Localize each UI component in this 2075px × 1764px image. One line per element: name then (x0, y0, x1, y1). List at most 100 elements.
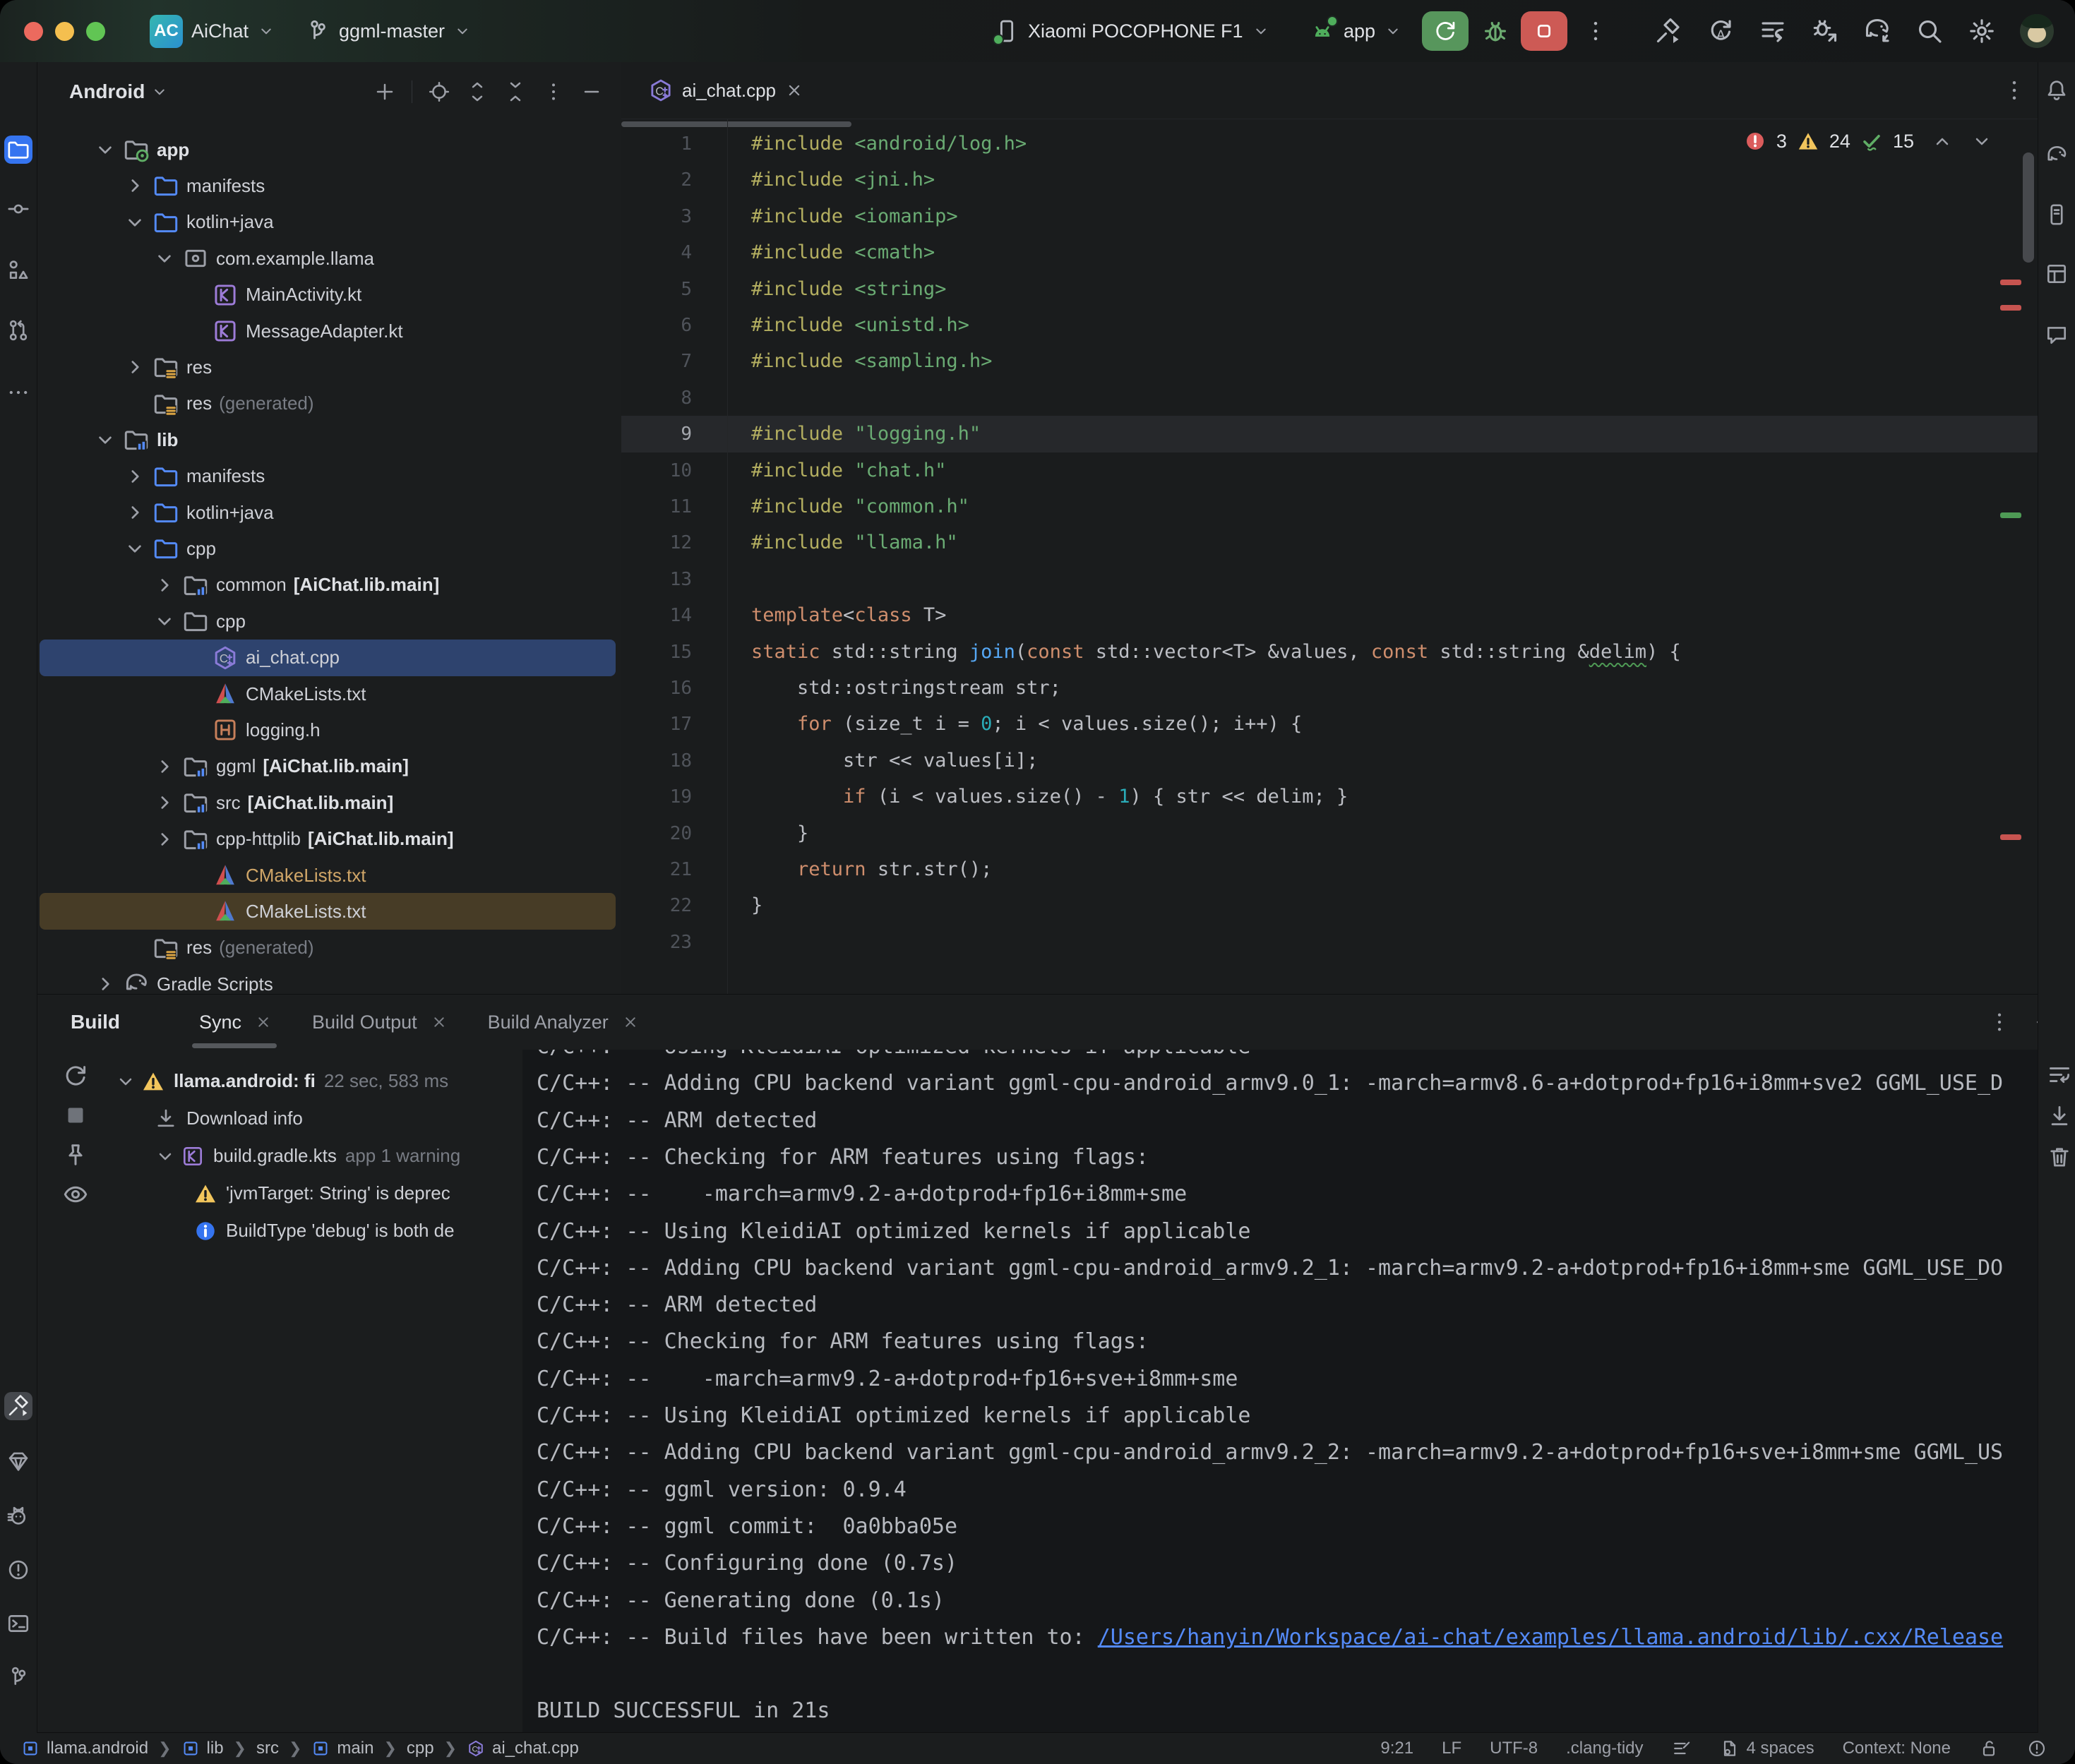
status-widget-context-none[interactable]: Context: None (1843, 1739, 1951, 1758)
line-number[interactable]: 7 (621, 343, 692, 380)
tool-strip-version-control[interactable] (4, 1663, 32, 1691)
tree-item-res[interactable]: res (40, 349, 616, 385)
tree-item-src[interactable]: src[AiChat.lib.main] (40, 784, 616, 821)
prev-problem-icon[interactable] (1931, 130, 1954, 152)
status-widget-formatter[interactable] (1672, 1739, 1692, 1758)
tool-strip-problems[interactable] (4, 1556, 32, 1584)
apply-changes-icon[interactable]: A (1706, 17, 1735, 45)
close-tab-icon[interactable] (621, 1013, 640, 1031)
project-toolbar-add-icon[interactable] (373, 80, 396, 103)
line-number[interactable]: 9 (621, 416, 692, 452)
tool-strip-ai-assistant[interactable] (2043, 320, 2071, 349)
line-number[interactable]: 8 (621, 380, 692, 416)
close-window-button[interactable] (24, 22, 43, 41)
attach-debugger-icon[interactable] (1811, 17, 1839, 45)
tool-strip-gradle[interactable] (2043, 141, 2071, 169)
tree-item-app[interactable]: app (40, 131, 616, 168)
minimize-window-button[interactable] (55, 22, 74, 41)
tool-strip-terminal[interactable] (4, 1609, 32, 1638)
project-toolbar-locate-icon[interactable] (428, 80, 450, 103)
error-stripe-mark[interactable] (2000, 280, 2021, 285)
status-widget-clang-tidy[interactable]: .clang-tidy (1566, 1739, 1643, 1758)
tool-strip-more[interactable] (4, 378, 32, 407)
breadcrumb-llama-android[interactable]: llama.android (21, 1739, 148, 1758)
tool-strip-pull-requests[interactable] (4, 316, 32, 344)
line-number[interactable]: 6 (621, 307, 692, 344)
branch-selector[interactable]: ggml-master (305, 0, 472, 62)
line-number[interactable]: 23 (621, 924, 692, 961)
line-number[interactable]: 4 (621, 234, 692, 271)
error-stripe-mark[interactable] (2000, 834, 2021, 840)
code-line-9[interactable]: 9#include "logging.h" (621, 416, 2040, 452)
status-widget-error-outline[interactable] (2027, 1739, 2047, 1758)
line-number[interactable]: 2 (621, 162, 692, 198)
tree-item-common[interactable]: common[AiChat.lib.main] (40, 567, 616, 604)
chevron-down-icon[interactable] (93, 138, 117, 162)
build-options-icon[interactable] (1987, 1010, 2011, 1034)
zoom-window-button[interactable] (86, 22, 105, 41)
sync-tree-item-llama-android-fi[interactable]: llama.android: fi22 sec, 583 ms (114, 1062, 522, 1100)
code-line-12[interactable]: 12#include "llama.h" (621, 524, 2040, 561)
tree-item-kotlin-java[interactable]: kotlin+java (40, 494, 616, 531)
chevron-right-icon[interactable] (153, 827, 177, 851)
line-number[interactable]: 22 (621, 887, 692, 924)
tree-item-com-example-llama[interactable]: com.example.llama (40, 240, 616, 277)
status-widget-lf[interactable]: LF (1442, 1739, 1461, 1758)
breadcrumb-cpp[interactable]: cpp (407, 1739, 434, 1758)
line-number[interactable]: 14 (621, 597, 692, 634)
tree-item-cmakelists-txt[interactable]: CMakeLists.txt (40, 893, 616, 930)
breadcrumb-src[interactable]: src (256, 1739, 279, 1758)
debug-button[interactable] (1481, 17, 1509, 45)
stripe-mark-green[interactable] (2000, 512, 2021, 518)
code-line-14[interactable]: 14template<class T> (621, 597, 2040, 634)
editor-scrollbar-thumb[interactable] (2023, 152, 2034, 263)
status-widget-unlock[interactable] (1979, 1739, 1999, 1758)
close-tab-icon[interactable] (784, 80, 804, 100)
code-line-4[interactable]: 4#include <cmath> (621, 234, 2040, 271)
chevron-right-icon[interactable] (123, 464, 147, 488)
code-line-7[interactable]: 7#include <sampling.h> (621, 343, 2040, 380)
search-everywhere-icon[interactable] (1915, 17, 1944, 45)
project-view-selector[interactable]: Android (69, 80, 169, 103)
code-line-11[interactable]: 11#include "common.h" (621, 488, 2040, 525)
tool-strip-commit[interactable] (4, 195, 32, 223)
tree-item-cmakelists-txt[interactable]: CMakeLists.txt (40, 857, 616, 894)
chevron-right-icon[interactable] (123, 174, 147, 198)
code-line-17[interactable]: 17 for (size_t i = 0; i < values.size();… (621, 706, 2040, 743)
line-number[interactable]: 16 (621, 670, 692, 707)
breadcrumb-main[interactable]: main (311, 1739, 373, 1758)
status-widget-utf-8[interactable]: UTF-8 (1490, 1739, 1538, 1758)
project-toolbar-hide-icon[interactable] (580, 80, 603, 103)
project-toolbar-collapse-all-icon[interactable] (504, 80, 527, 103)
sync-tree-item-jvmtarget-string-is-deprec[interactable]: 'jvmTarget: String' is deprec (193, 1175, 522, 1212)
error-stripe-mark[interactable] (2000, 305, 2021, 311)
code-line-16[interactable]: 16 std::ostringstream str; (621, 670, 2040, 707)
tool-strip-logcat[interactable] (4, 1502, 32, 1530)
build-tab-build-analyzer[interactable]: Build Analyzer (488, 995, 640, 1050)
chevron-down-icon[interactable] (154, 1145, 177, 1168)
line-number[interactable]: 5 (621, 271, 692, 308)
build-project-icon[interactable] (1654, 17, 1682, 45)
chevron-down-icon[interactable] (123, 536, 147, 560)
chevron-right-icon[interactable] (153, 791, 177, 815)
code-line-8[interactable]: 8 (621, 380, 2040, 416)
line-number[interactable]: 18 (621, 743, 692, 779)
tool-strip-build[interactable] (4, 1392, 32, 1420)
line-number[interactable]: 12 (621, 524, 692, 561)
console-scroll-to-end-icon[interactable] (2047, 1103, 2072, 1129)
breadcrumb-lib[interactable]: lib (181, 1739, 224, 1758)
tree-item-ai-chat-cpp[interactable]: Cai_chat.cpp (40, 640, 616, 676)
project-toolbar-options-icon[interactable] (542, 80, 565, 103)
line-number[interactable]: 21 (621, 851, 692, 888)
tool-strip-structure[interactable] (4, 256, 32, 284)
breadcrumb-ai-chat-cpp[interactable]: Cai_chat.cpp (467, 1739, 579, 1758)
sync-tree-item-buildtype-debug-is-both-de[interactable]: BuildType 'debug' is both de (193, 1212, 522, 1249)
user-avatar[interactable] (2020, 14, 2054, 48)
stop-button[interactable] (1521, 11, 1567, 51)
build-tab-build-output[interactable]: Build Output (312, 995, 448, 1050)
code-line-20[interactable]: 20 } (621, 815, 2040, 852)
line-number[interactable]: 13 (621, 561, 692, 598)
code-line-19[interactable]: 19 if (i < values.size() - 1) { str << d… (621, 779, 2040, 815)
more-run-options-icon[interactable] (1583, 18, 1608, 44)
chevron-right-icon[interactable] (153, 573, 177, 597)
